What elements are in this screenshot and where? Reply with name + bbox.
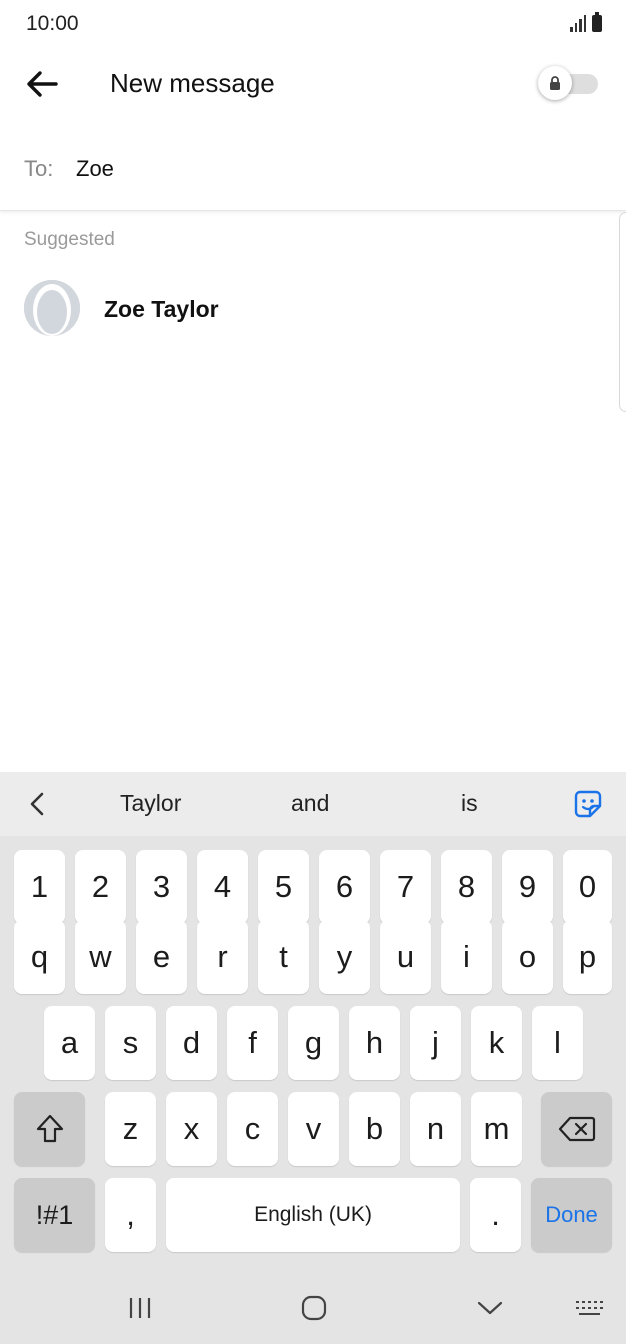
key-9[interactable]: 9 [502,850,553,924]
key-6[interactable]: 6 [319,850,370,924]
done-key[interactable]: Done [531,1178,612,1252]
back-button[interactable] [22,64,62,104]
prediction-bar: Taylor and is [0,772,626,836]
key-t[interactable]: t [258,920,309,994]
symbols-key[interactable]: !#1 [14,1178,95,1252]
keyboard-grid-icon [576,1301,603,1315]
recents-icon [129,1298,151,1318]
key-o[interactable]: o [502,920,553,994]
key-j[interactable]: j [410,1006,461,1080]
avatar [24,280,80,336]
key-i[interactable]: i [441,920,492,994]
status-icons [570,12,602,32]
key-e[interactable]: e [136,920,187,994]
key-4[interactable]: 4 [197,850,248,924]
recipient-field[interactable]: To: Zoe [0,130,626,211]
key-l[interactable]: l [532,1006,583,1080]
key-0[interactable]: 0 [563,850,612,924]
key-b[interactable]: b [349,1092,400,1166]
contact-suggestion-row[interactable]: Zoe Taylor [0,272,610,348]
key-8[interactable]: 8 [441,850,492,924]
key-c[interactable]: c [227,1092,278,1166]
secure-message-toggle[interactable] [538,66,600,100]
backspace-icon [558,1116,595,1142]
keyboard: Taylor and is 1 2 3 4 5 6 7 8 9 0 q w e … [0,772,626,1344]
prediction-1[interactable]: Taylor [120,790,181,817]
hide-keyboard-icon [477,1301,503,1315]
comma-key[interactable]: , [105,1178,156,1252]
home-icon [301,1295,327,1321]
key-m[interactable]: m [471,1092,522,1166]
toolbar-collapse-button[interactable] [22,786,54,822]
battery-icon [592,12,602,32]
navigation-bar [0,1272,626,1344]
key-1[interactable]: 1 [14,850,65,924]
lock-icon [550,76,560,90]
key-q[interactable]: q [14,920,65,994]
sticker-button[interactable] [572,788,604,820]
key-5[interactable]: 5 [258,850,309,924]
key-u[interactable]: u [380,920,431,994]
shift-icon [36,1114,63,1143]
suggested-heading: Suggested [24,229,115,250]
prediction-3[interactable]: is [461,790,478,817]
status-bar: 10:00 [0,0,626,48]
key-h[interactable]: h [349,1006,400,1080]
scroll-handle[interactable] [619,212,626,412]
key-s[interactable]: s [105,1006,156,1080]
contact-name: Zoe Taylor [104,296,219,322]
key-3[interactable]: 3 [136,850,187,924]
recipient-input[interactable]: Zoe [76,156,114,182]
avatar-placeholder-icon [24,280,80,336]
key-f[interactable]: f [227,1006,278,1080]
sticker-icon [574,790,602,818]
key-r[interactable]: r [197,920,248,994]
key-n[interactable]: n [410,1092,461,1166]
key-z[interactable]: z [105,1092,156,1166]
period-key[interactable]: . [470,1178,521,1252]
toggle-knob [538,66,572,100]
key-g[interactable]: g [288,1006,339,1080]
backspace-key[interactable] [541,1092,612,1166]
key-p[interactable]: p [563,920,612,994]
key-2[interactable]: 2 [75,850,126,924]
space-key[interactable]: English (UK) [166,1178,460,1252]
signal-icon [570,14,586,32]
page-title: New message [110,68,275,98]
key-x[interactable]: x [166,1092,217,1166]
key-v[interactable]: v [288,1092,339,1166]
app-bar: New message [0,48,626,120]
key-a[interactable]: a [44,1006,95,1080]
key-k[interactable]: k [471,1006,522,1080]
hide-keyboard-button[interactable] [470,1288,510,1328]
home-button[interactable] [294,1288,334,1328]
key-y[interactable]: y [319,920,370,994]
recents-button[interactable] [120,1288,160,1328]
prediction-2[interactable]: and [291,790,329,817]
key-7[interactable]: 7 [380,850,431,924]
shift-key[interactable] [14,1092,85,1166]
keyboard-switch-button[interactable] [570,1288,610,1328]
key-w[interactable]: w [75,920,126,994]
status-time: 10:00 [26,12,79,35]
chevron-left-icon [30,792,44,816]
key-d[interactable]: d [166,1006,217,1080]
back-arrow-icon [27,71,58,97]
recipient-label: To: [24,156,54,181]
